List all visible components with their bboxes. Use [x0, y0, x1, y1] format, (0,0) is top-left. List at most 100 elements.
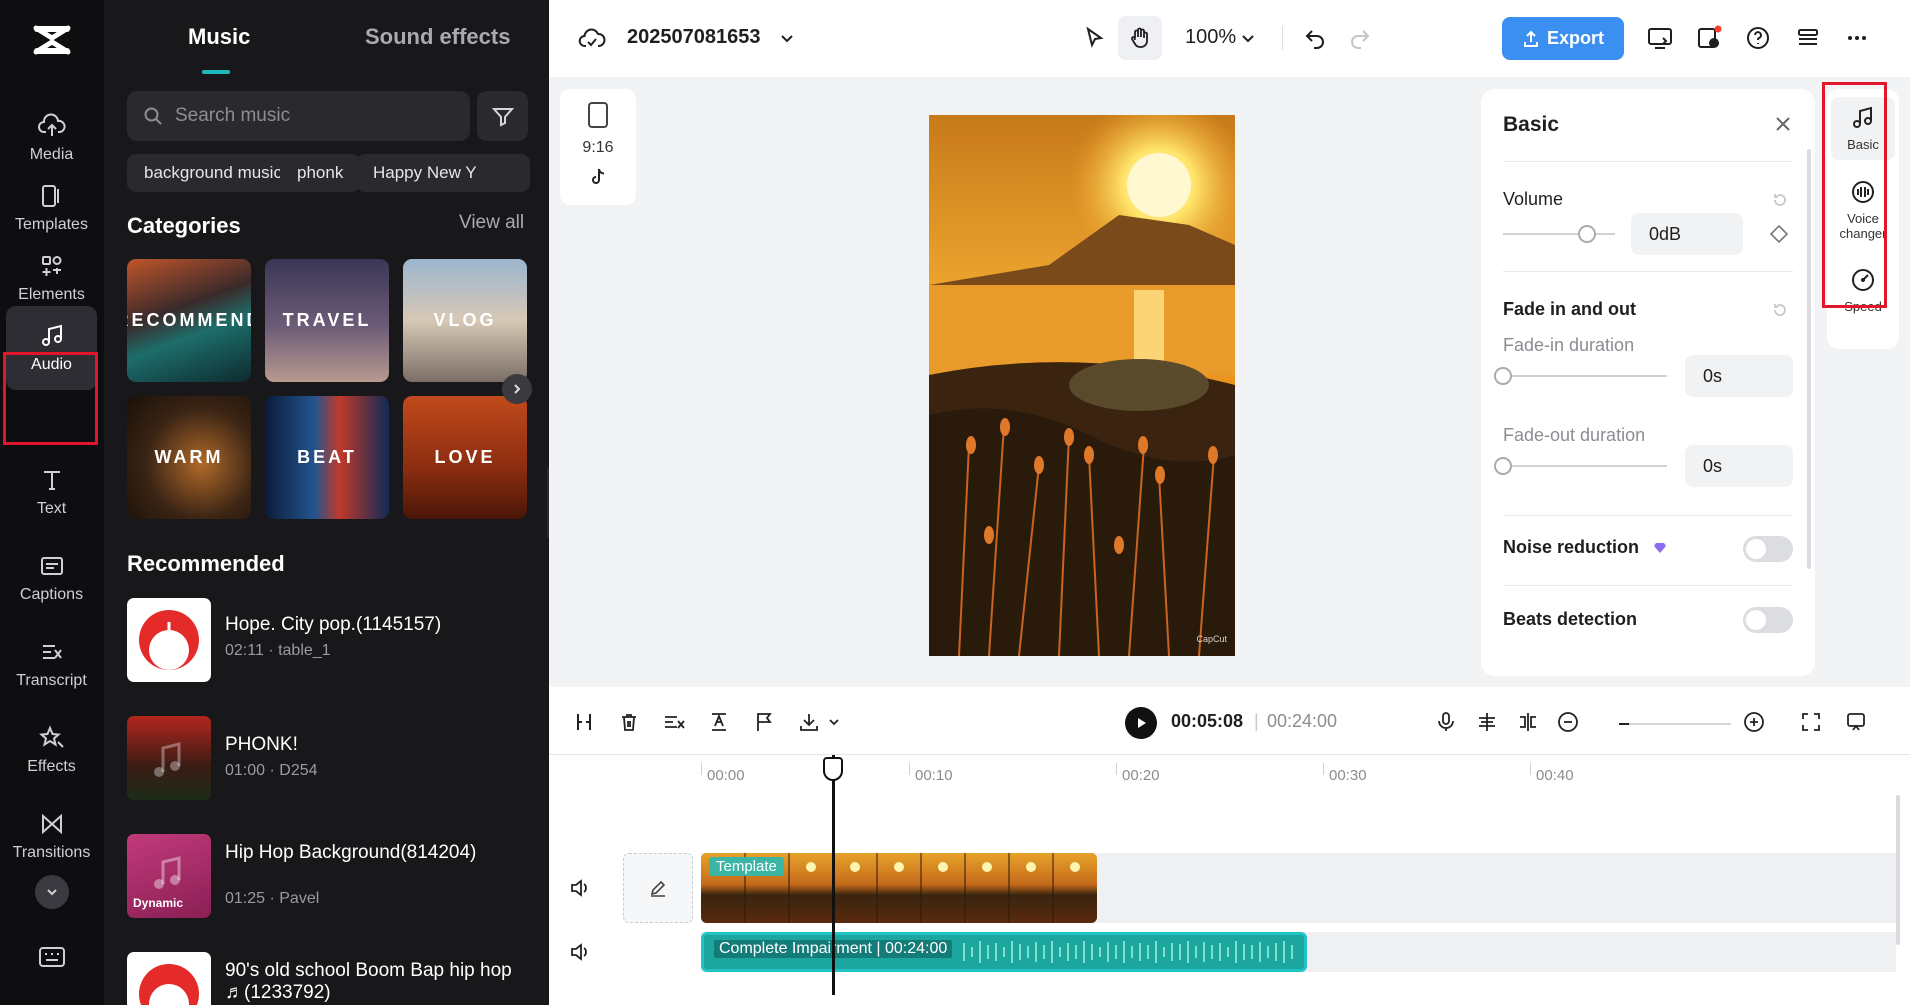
feedback-icon[interactable] [1841, 707, 1871, 737]
project-menu-chevron-icon[interactable] [771, 22, 803, 54]
help-icon[interactable] [1742, 22, 1774, 54]
keyboard-shortcuts-icon[interactable] [38, 946, 66, 968]
volume-slider-track[interactable] [1503, 233, 1615, 235]
divider [1282, 26, 1283, 50]
rail-text[interactable]: Text [6, 450, 97, 534]
properties-scrollbar[interactable] [1807, 149, 1811, 569]
video-preview[interactable]: CapCut [929, 115, 1235, 656]
fade-in-value-input[interactable]: 0s [1685, 355, 1793, 397]
playhead-handle[interactable] [823, 757, 843, 781]
beats-detection-toggle[interactable] [1743, 607, 1793, 633]
delete-icon[interactable] [614, 707, 644, 737]
volume-slider-knob[interactable] [1578, 225, 1596, 243]
layers-icon[interactable] [1792, 22, 1824, 54]
tick-line [909, 763, 910, 775]
zoom-in-icon[interactable] [1739, 707, 1769, 737]
view-all-link[interactable]: View all [459, 212, 524, 234]
category-love[interactable]: LOVE [403, 396, 527, 519]
download-chevron-icon[interactable] [819, 707, 849, 737]
ai-caption-icon[interactable] [704, 707, 734, 737]
side-tab-basic[interactable]: Basic [1831, 97, 1895, 160]
project-name[interactable]: 202507081653 [627, 26, 760, 49]
more-options-icon[interactable] [1841, 22, 1873, 54]
category-beat[interactable]: BEAT [265, 396, 389, 519]
chip-background-music[interactable]: background music [127, 154, 299, 192]
zoom-chevron-icon[interactable] [1232, 22, 1264, 54]
play-button[interactable] [1125, 707, 1157, 739]
rail-transitions[interactable]: Transitions [6, 794, 97, 878]
chip-phonk[interactable]: phonk [280, 154, 361, 192]
fit-screen-icon[interactable] [1796, 707, 1826, 737]
redo-icon[interactable] [1344, 22, 1376, 54]
marker-flag-icon[interactable] [749, 707, 779, 737]
tab-sound-effects[interactable]: Sound effects [365, 24, 510, 50]
list-item[interactable]: Hope. City pop.(1145157) 02:11 · table_1 [127, 598, 527, 682]
category-travel[interactable]: TRAVEL [265, 259, 389, 382]
total-time: 00:24:00 [1267, 711, 1338, 731]
filter-button[interactable] [477, 91, 528, 141]
templates-icon [41, 185, 59, 207]
split-icon[interactable] [569, 707, 599, 737]
categories-title: Categories [127, 213, 241, 238]
link-split-icon[interactable] [1513, 707, 1543, 737]
list-item[interactable]: PHONK! 01:00 · D254 [127, 716, 527, 800]
rail-label: Text [36, 500, 67, 517]
timeline-scrollbar[interactable] [1896, 795, 1900, 945]
volume-value-input[interactable]: 0dB [1631, 213, 1743, 255]
video-track-volume-icon[interactable] [569, 877, 591, 899]
hand-tool-icon[interactable] [1118, 16, 1162, 60]
capcut-logo-icon[interactable] [30, 20, 74, 60]
export-button[interactable]: Export [1502, 17, 1624, 60]
select-tool-icon[interactable] [1078, 22, 1110, 54]
reset-fade-icon[interactable] [1771, 301, 1789, 319]
category-recommend[interactable]: RECOMMEND [127, 259, 251, 382]
audio-clip[interactable]: Complete Impairment | 00:24:00 [701, 932, 1307, 972]
rail-transcript[interactable]: Transcript [6, 622, 97, 706]
fade-out-slider-knob[interactable] [1494, 457, 1512, 475]
more-tools-button[interactable] [35, 875, 69, 909]
list-item[interactable]: Dynamic Hip Hop Background(814204) 01:25… [127, 834, 527, 918]
rail-captions[interactable]: Captions [6, 536, 97, 620]
close-icon[interactable] [1774, 115, 1792, 133]
fade-label: Fade in and out [1503, 299, 1636, 319]
tick-label: 00:10 [915, 767, 953, 784]
undo-icon[interactable] [1299, 22, 1331, 54]
edit-cover-button[interactable] [623, 853, 693, 923]
noise-reduction-toggle[interactable] [1743, 536, 1793, 562]
fade-out-slider-track[interactable] [1503, 465, 1667, 467]
categories-next-button[interactable] [502, 374, 532, 404]
playhead[interactable] [832, 755, 835, 995]
category-warm[interactable]: WARM [127, 396, 251, 519]
timeline[interactable]: 00:00 00:10 00:20 00:30 00:40 Template C… [549, 755, 1910, 1005]
video-clip[interactable]: Template [701, 853, 1097, 923]
category-vlog[interactable]: VLOG [403, 259, 527, 382]
zoom-out-icon[interactable] [1553, 707, 1583, 737]
magnet-snap-icon[interactable] [1472, 707, 1502, 737]
timeline-zoom-slider[interactable] [1619, 723, 1731, 725]
fade-out-value-input[interactable]: 0s [1685, 445, 1793, 487]
reset-volume-icon[interactable] [1771, 191, 1789, 209]
chevron-right-icon [514, 384, 521, 394]
search-music-input[interactable]: Search music [127, 91, 470, 141]
tab-music[interactable]: Music [188, 24, 250, 50]
rail-audio[interactable]: Audio [6, 306, 97, 390]
volume-label: Volume [1503, 189, 1564, 209]
zoom-level[interactable]: 100% [1185, 26, 1236, 49]
side-tab-speed[interactable]: Speed [1831, 259, 1895, 322]
audio-track-volume-icon[interactable] [569, 941, 591, 963]
chip-happy-new-year[interactable]: Happy New Y [356, 154, 530, 192]
side-tab-voice-changer[interactable]: Voice changer [1831, 171, 1895, 249]
present-icon[interactable] [1644, 22, 1676, 54]
keyframe-icon[interactable] [1769, 224, 1789, 244]
fade-in-slider-track[interactable] [1503, 375, 1667, 377]
fade-in-slider-knob[interactable] [1494, 367, 1512, 385]
notifications-icon[interactable] [1693, 22, 1725, 54]
microphone-icon[interactable] [1431, 707, 1461, 737]
detach-audio-icon[interactable] [659, 707, 689, 737]
cloud-sync-icon[interactable] [576, 22, 608, 54]
list-item[interactable]: 90's old school Boom Bap hip hop ♬(12337… [127, 952, 527, 1005]
aspect-ratio-card[interactable]: 9:16 [560, 89, 636, 205]
elements-icon [41, 256, 61, 276]
active-tab-indicator [202, 70, 230, 74]
rail-effects[interactable]: Effects [6, 708, 97, 792]
